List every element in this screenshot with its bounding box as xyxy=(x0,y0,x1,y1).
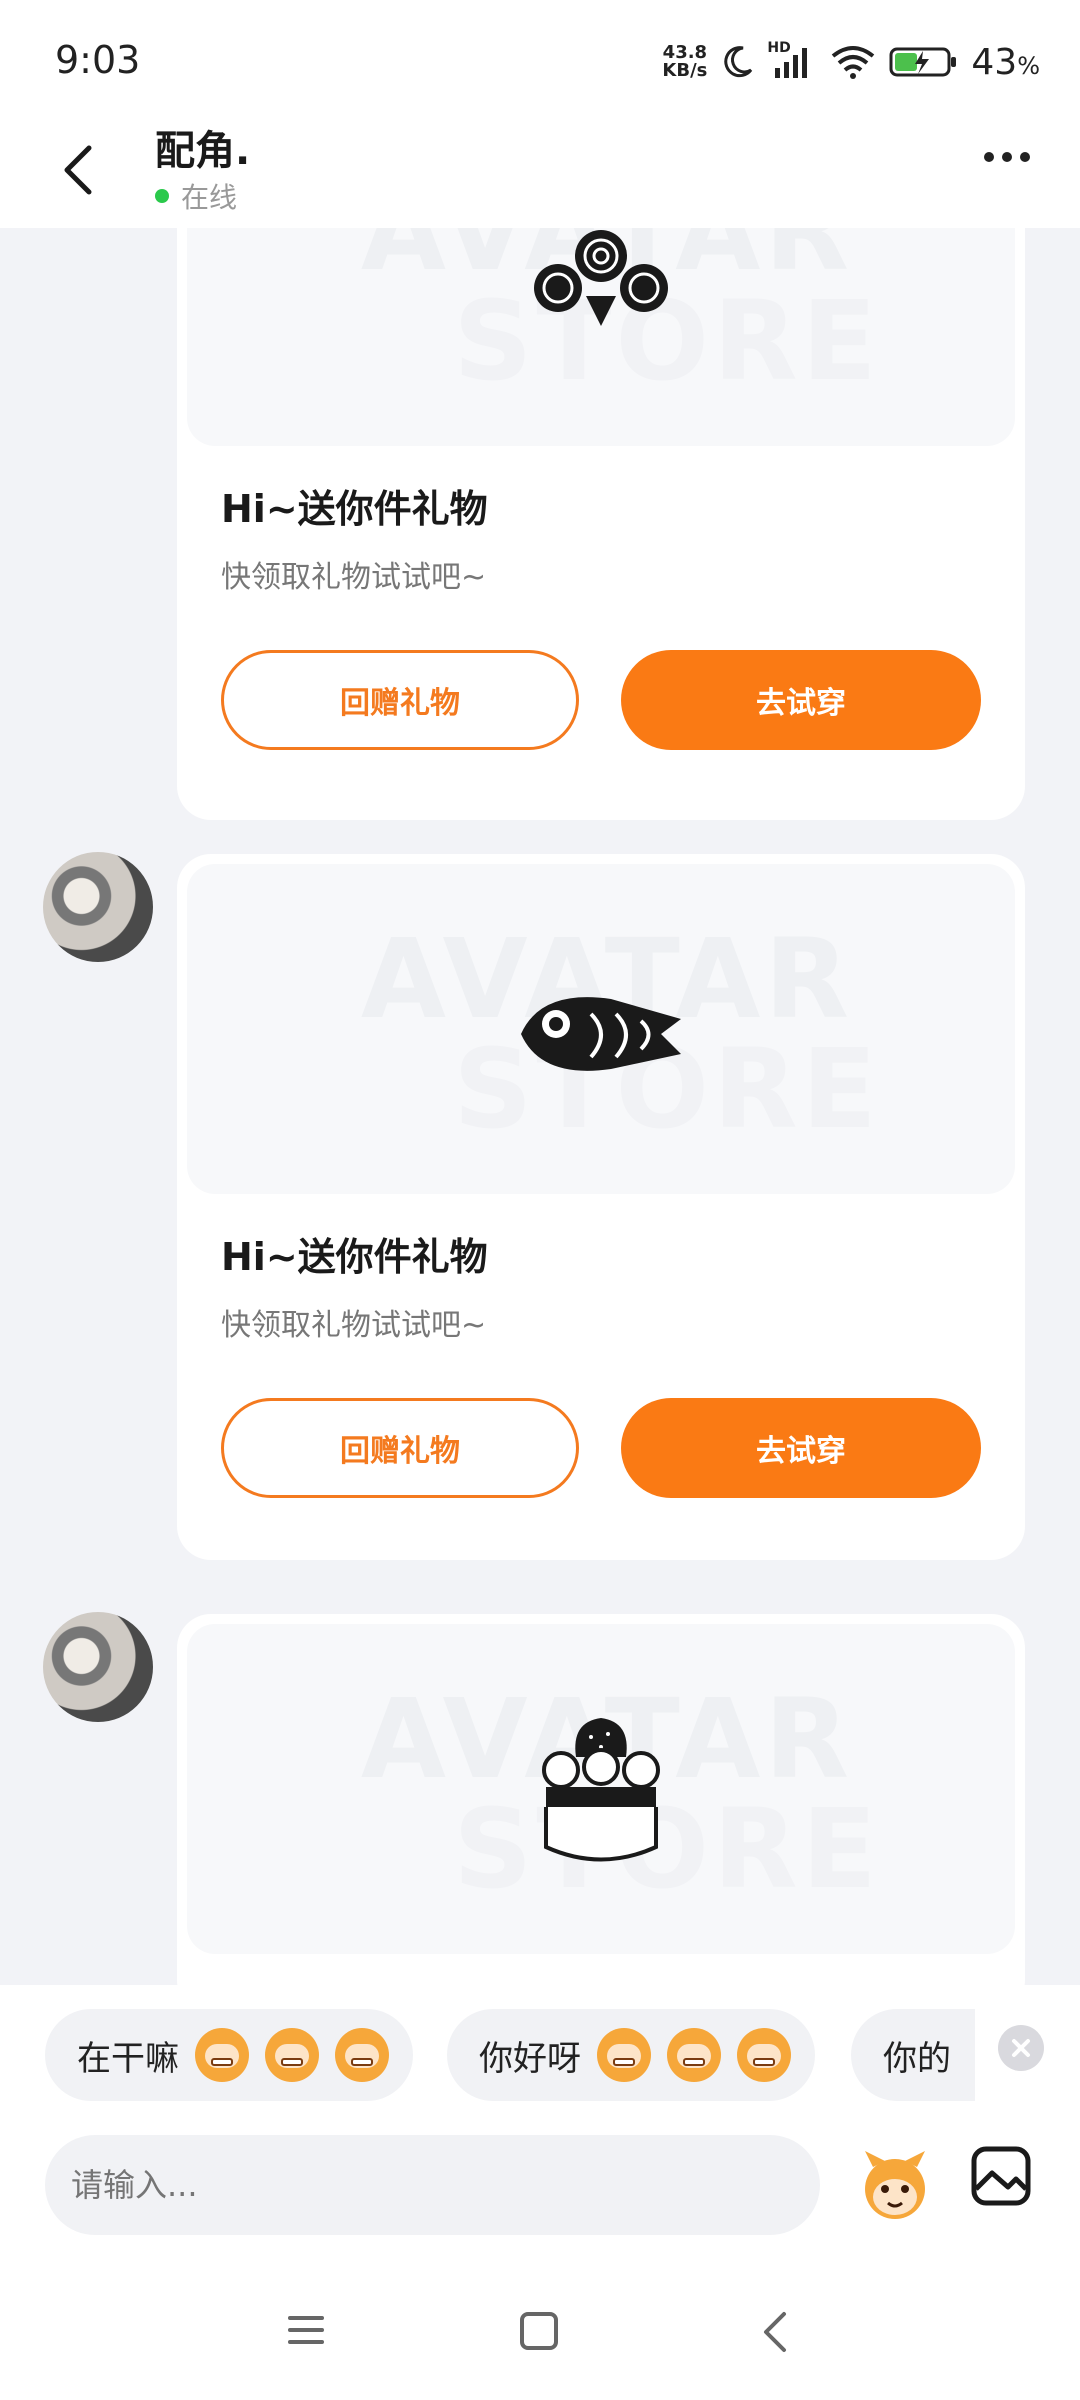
battery-charging-icon xyxy=(889,47,957,77)
gift-message-subtitle: 快领取礼物试试吧~ xyxy=(221,1308,487,1343)
more-dot xyxy=(984,152,994,162)
home-icon[interactable] xyxy=(520,2312,558,2350)
quick-reply-chip[interactable]: 你好呀 xyxy=(447,2009,815,2101)
back-button[interactable] xyxy=(48,130,108,210)
cellular-signal-icon: HD xyxy=(767,40,817,80)
quick-reply-chip[interactable]: 在干嘛 xyxy=(45,2009,413,2101)
sender-avatar[interactable] xyxy=(43,1612,153,1722)
gift-message-subtitle: 快领取礼物试试吧~ xyxy=(221,560,487,595)
gift-image[interactable]: AVATAR STORE xyxy=(187,864,1015,1194)
sender-avatar[interactable] xyxy=(43,852,153,962)
message-input[interactable] xyxy=(45,2135,820,2235)
gift-message-title: Hi~送你件礼物 xyxy=(221,487,488,531)
mascot-emoji-button[interactable] xyxy=(855,2145,935,2225)
return-gift-button[interactable]: 回赠礼物 xyxy=(221,650,579,750)
gift-image[interactable]: AVATAR STORE xyxy=(187,228,1015,446)
battery-percent: 43% xyxy=(971,41,1040,83)
try-on-button[interactable]: 去试穿 xyxy=(621,650,981,750)
image-picker-icon[interactable] xyxy=(970,2145,1032,2207)
chat-header: 配角. 在线 xyxy=(0,110,1080,228)
gift-message-title: Hi~送你件礼物 xyxy=(221,1235,488,1279)
more-dot xyxy=(1020,152,1030,162)
smile-monkey-emoji xyxy=(737,2028,791,2082)
quick-replies: 在干嘛 你好呀 你的 xyxy=(45,2009,975,2101)
moon-icon xyxy=(724,46,753,78)
network-speed-unit: KB/s xyxy=(662,60,708,81)
close-quick-replies-button[interactable] xyxy=(998,2025,1044,2071)
system-nav-bar xyxy=(0,2290,1080,2400)
grin-monkey-emoji xyxy=(335,2028,389,2082)
more-dot xyxy=(1002,152,1012,162)
system-back-icon[interactable] xyxy=(760,2310,790,2354)
status-icons: 43.8 KB/s HD 43% xyxy=(662,40,1040,84)
quick-reply-chip[interactable]: 你的 xyxy=(851,2009,975,2101)
wifi-icon xyxy=(832,46,875,79)
grin-monkey-emoji xyxy=(265,2028,319,2082)
return-gift-button[interactable]: 回赠礼物 xyxy=(221,1398,579,1498)
network-speed: 43.8 KB/s xyxy=(662,44,707,80)
more-button[interactable] xyxy=(984,152,1030,162)
contact-name[interactable]: 配角. xyxy=(155,118,250,176)
recent-apps-icon[interactable] xyxy=(286,2310,326,2350)
online-dot xyxy=(155,189,169,203)
quick-reply-text: 在干嘛 xyxy=(77,2038,179,2079)
try-on-button[interactable]: 去试穿 xyxy=(621,1398,981,1498)
gift-message-card: AVATAR STORE xyxy=(177,1614,1025,1985)
smile-monkey-emoji xyxy=(667,2028,721,2082)
status-bar: 9:03 43.8 KB/s HD 43% xyxy=(0,0,1080,120)
smile-monkey-emoji xyxy=(597,2028,651,2082)
online-status: 在线 xyxy=(155,176,237,216)
quick-reply-text: 你好呀 xyxy=(479,2038,581,2079)
cake-icon xyxy=(542,1718,660,1862)
gift-image[interactable]: AVATAR STORE xyxy=(187,1624,1015,1954)
quick-reply-text: 你的 xyxy=(883,2038,951,2079)
koi-fish-icon xyxy=(521,997,681,1071)
gift-message-card: AVATAR STORE Hi~送你件礼物 快领取礼物试试吧~ 回赠礼物 去试穿 xyxy=(177,854,1025,1560)
rose-bouquet-icon xyxy=(534,230,668,326)
close-icon xyxy=(1012,2039,1030,2057)
gift-message-card: AVATAR STORE Hi~送你件礼物 快领取礼物试试吧~ 回赠礼物 去试穿 xyxy=(177,228,1025,820)
chevron-left-icon xyxy=(64,145,92,195)
status-time: 9:03 xyxy=(55,38,141,82)
grin-monkey-emoji xyxy=(195,2028,249,2082)
online-status-label: 在线 xyxy=(181,181,238,214)
chat-messages[interactable]: AVATAR STORE Hi~送你件礼物 快领取礼物试试吧~ 回赠礼物 去试穿… xyxy=(0,228,1080,1985)
